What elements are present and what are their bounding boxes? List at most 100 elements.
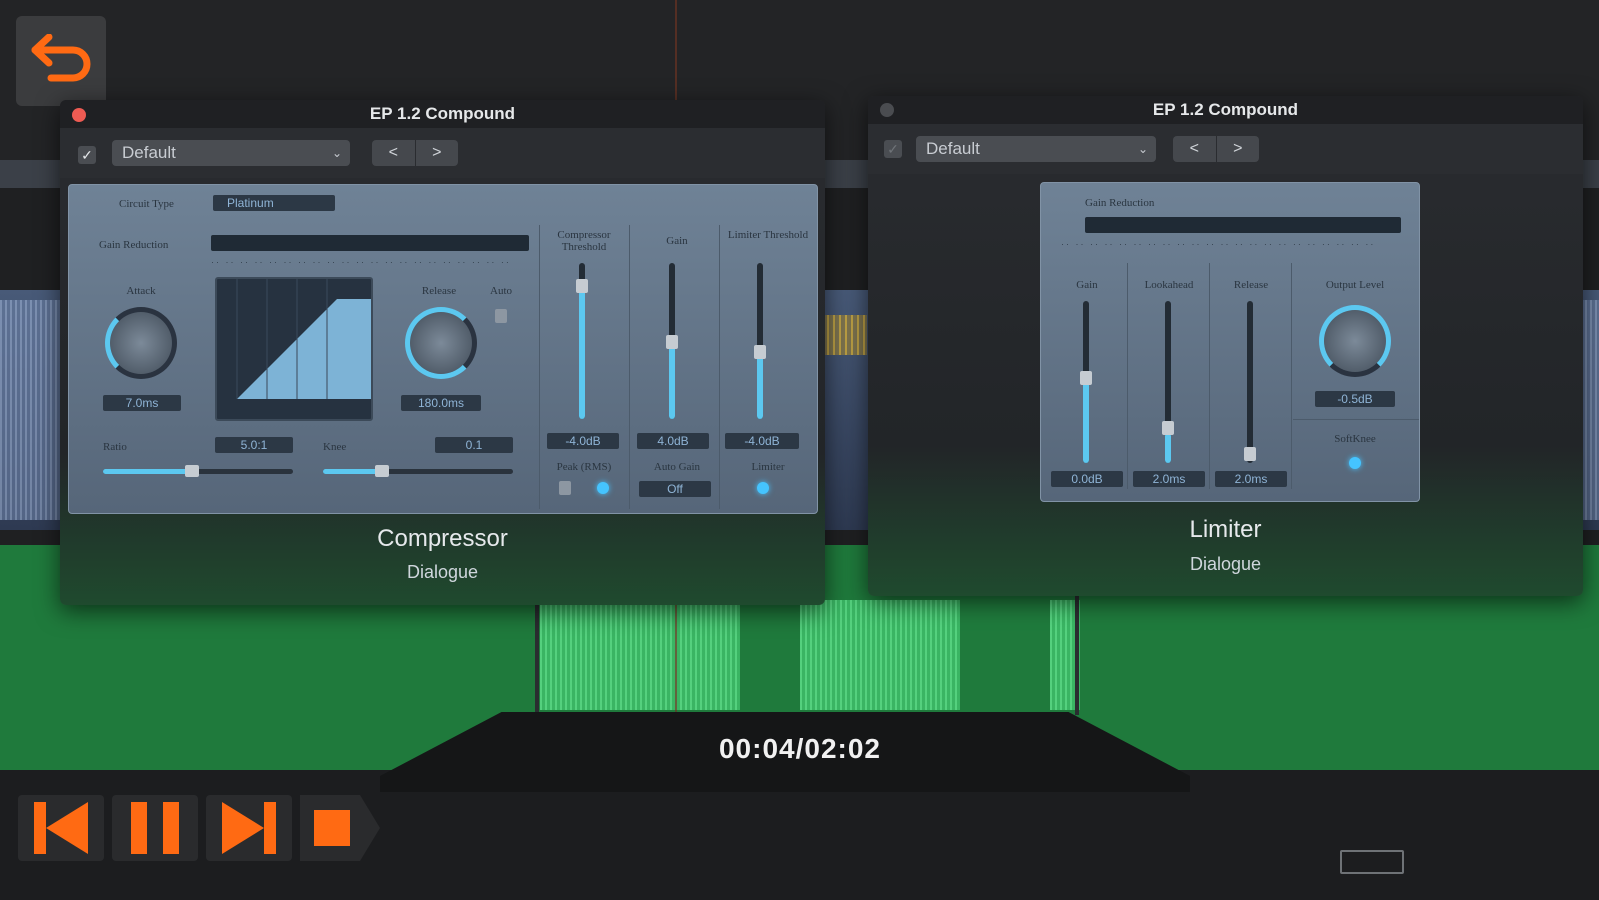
compressor-threshold-value[interactable]: -4.0dB <box>547 433 619 449</box>
limiter-threshold-fader[interactable] <box>754 263 766 419</box>
track-name: Dialogue <box>1189 554 1262 574</box>
limiter-panel: Gain Reduction ·· ·· ·· ·· ·· ·· ·· ·· ·… <box>1040 182 1420 502</box>
green-waveform <box>540 600 740 710</box>
ratio-label: Ratio <box>103 441 127 453</box>
section-divider <box>1209 263 1210 489</box>
preset-dropdown[interactable]: Default ⌄ <box>112 140 350 166</box>
release-knob[interactable] <box>405 307 477 379</box>
circuit-type-dropdown[interactable]: Platinum <box>213 195 335 211</box>
rms-toggle[interactable] <box>597 482 609 494</box>
release-value[interactable]: 2.0ms <box>1215 471 1287 487</box>
gain-value[interactable]: 4.0dB <box>637 433 709 449</box>
pause-button[interactable] <box>112 795 198 861</box>
gain-label: Gain <box>1076 279 1098 291</box>
ratio-slider[interactable] <box>103 465 293 477</box>
gain-fill <box>669 339 675 419</box>
compressor-threshold-label: Compressor Threshold <box>557 229 611 253</box>
skip-back-icon <box>34 802 88 854</box>
back-button[interactable] <box>16 16 106 106</box>
gain-reduction-label: Gain Reduction <box>99 239 169 251</box>
lookahead-handle[interactable] <box>1162 421 1174 435</box>
close-window-button[interactable] <box>72 108 86 122</box>
circuit-type-label: Circuit Type <box>119 198 174 210</box>
chevron-down-icon: ⌄ <box>331 146 342 160</box>
track-name: Dialogue <box>406 562 479 582</box>
gain-handle[interactable] <box>666 335 678 349</box>
preset-nav: < > <box>372 140 458 166</box>
bypass-checkbox[interactable]: ✓ <box>884 140 902 158</box>
window-title: EP 1.2 Compound <box>868 96 1583 124</box>
section-divider <box>629 225 630 509</box>
softknee-toggle[interactable] <box>1349 457 1361 469</box>
meter-scale: ·· ·· ·· ·· ·· ·· ·· ·· ·· ·· ·· ·· ·· ·… <box>211 257 511 267</box>
release-handle[interactable] <box>1244 447 1256 461</box>
preset-value: Default <box>926 139 980 158</box>
chevron-down-icon: ⌄ <box>1137 142 1148 156</box>
gain-fader[interactable] <box>1080 301 1092 463</box>
preset-dropdown[interactable]: Default ⌄ <box>916 136 1156 162</box>
preset-nav: < > <box>1173 136 1259 162</box>
peak-toggle[interactable] <box>559 481 571 495</box>
compressor-threshold-fill <box>579 279 585 419</box>
limiter-toggle[interactable] <box>757 482 769 494</box>
previous-preset-button[interactable]: < <box>1173 136 1217 162</box>
attack-value[interactable]: 7.0ms <box>103 395 181 411</box>
release-label: Release <box>1233 279 1269 291</box>
release-value[interactable]: 180.0ms <box>401 395 481 411</box>
lookahead-fader[interactable] <box>1162 301 1174 463</box>
peak-rms-label: Peak (RMS) <box>556 461 612 473</box>
gain-value[interactable]: 0.0dB <box>1051 471 1123 487</box>
release-fader[interactable] <box>1244 301 1256 463</box>
lookahead-label: Lookahead <box>1144 279 1194 291</box>
auto-label: Auto <box>490 285 512 297</box>
window-title: EP 1.2 Compound <box>60 100 825 128</box>
softknee-label: SoftKnee <box>1334 433 1376 445</box>
output-level-value[interactable]: -0.5dB <box>1315 391 1395 407</box>
limiter-threshold-handle[interactable] <box>754 345 766 359</box>
gain-fill <box>1083 377 1089 463</box>
skip-back-button[interactable] <box>18 795 104 861</box>
transfer-curve-graph <box>215 277 373 421</box>
auto-gain-label: Auto Gain <box>653 461 701 473</box>
gain-reduction-meter <box>1085 217 1401 233</box>
compressor-threshold-fader[interactable] <box>576 263 588 419</box>
skip-forward-button[interactable] <box>206 795 292 861</box>
limiter-threshold-value[interactable]: -4.0dB <box>725 433 799 449</box>
gain-reduction-meter <box>211 235 529 251</box>
section-divider <box>1293 419 1419 420</box>
plugin-name: Limiter <box>1189 516 1262 543</box>
output-level-label: Output Level <box>1325 279 1385 291</box>
pause-icon <box>131 802 179 854</box>
limiter-toggle-label: Limiter <box>751 461 785 473</box>
plugin-name: Compressor <box>377 525 508 552</box>
lookahead-fill <box>1165 433 1171 463</box>
previous-preset-button[interactable]: < <box>372 140 416 166</box>
limiter-threshold-fill <box>757 349 763 419</box>
ratio-slider-fill <box>103 469 191 474</box>
attack-knob[interactable] <box>105 307 177 379</box>
close-window-button[interactable] <box>880 103 894 117</box>
knee-slider-handle[interactable] <box>375 465 389 477</box>
plugin-toolbar: ✓ Default ⌄ < > <box>868 124 1583 174</box>
ratio-value[interactable]: 5.0:1 <box>215 437 293 453</box>
knee-label: Knee <box>323 441 347 453</box>
bypass-checkbox[interactable]: ✓ <box>78 146 96 164</box>
auto-release-checkbox[interactable] <box>495 309 507 323</box>
knee-value[interactable]: 0.1 <box>435 437 513 453</box>
gain-fader[interactable] <box>666 263 678 419</box>
next-preset-button[interactable]: > <box>416 140 459 166</box>
gain-handle[interactable] <box>1080 371 1092 385</box>
ratio-slider-handle[interactable] <box>185 465 199 477</box>
lookahead-value[interactable]: 2.0ms <box>1133 471 1205 487</box>
auto-gain-dropdown[interactable]: Off <box>639 481 711 497</box>
limiter-plugin-window: EP 1.2 Compound ✓ Default ⌄ < > Gain Red… <box>868 96 1583 596</box>
compressor-threshold-handle[interactable] <box>576 279 588 293</box>
next-preset-button[interactable]: > <box>1217 136 1260 162</box>
meter-scale: ·· ·· ·· ·· ·· ·· ·· ·· ·· ·· ·· ·· ·· ·… <box>1061 239 1376 249</box>
output-level-knob[interactable] <box>1319 305 1391 377</box>
section-divider <box>719 225 720 509</box>
time-display: 00:04/02:02 <box>718 733 881 764</box>
section-divider <box>1127 263 1128 489</box>
knee-slider[interactable] <box>323 465 513 477</box>
section-divider <box>1291 263 1292 489</box>
